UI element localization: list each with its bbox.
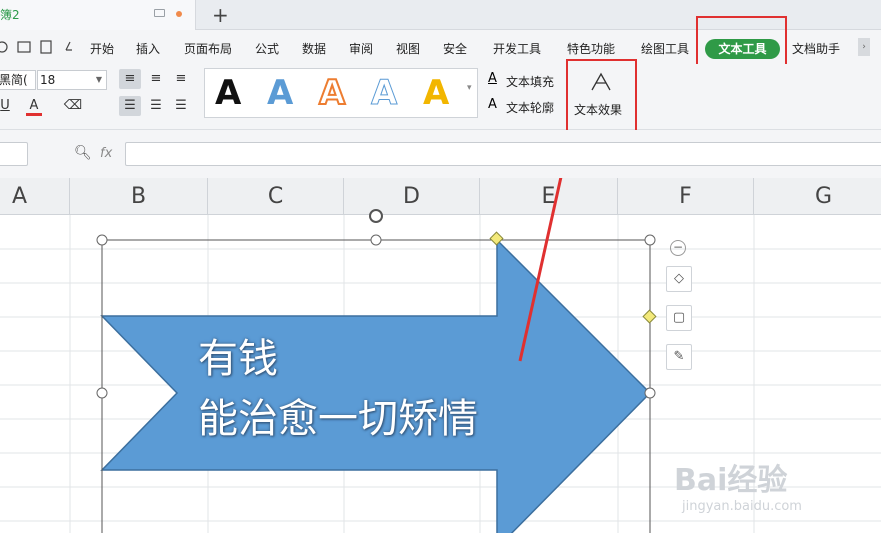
font-color-button[interactable]: A xyxy=(26,96,42,116)
menu-features[interactable]: 特色功能 xyxy=(567,40,615,57)
outline-box-icon[interactable]: ▢ xyxy=(666,305,692,331)
menu-home[interactable]: 开始 xyxy=(90,40,114,57)
menu-formulas[interactable]: 公式 xyxy=(255,40,279,57)
fill-bucket-icon[interactable]: ◇ xyxy=(666,266,692,292)
watermark-brand: Bai经验 xyxy=(674,463,788,498)
align-top-button[interactable]: ≡ xyxy=(119,69,141,89)
menu-security[interactable]: 安全 xyxy=(443,40,467,57)
align-left-button[interactable]: ☰ xyxy=(119,96,141,116)
text-outline-icon: A xyxy=(488,97,497,112)
watermark: Bai经验 jingyan.baidu.com xyxy=(674,455,802,514)
align-right-button[interactable]: ☰ xyxy=(170,96,192,116)
text-style-black[interactable]: A xyxy=(215,73,241,113)
font-name-combo[interactable]: 黑简( xyxy=(0,70,36,90)
menu-view[interactable]: 视图 xyxy=(396,40,420,57)
text-fill-icon: A xyxy=(488,71,497,86)
shape-text-line1[interactable]: 有钱 xyxy=(198,326,278,384)
text-fill-button[interactable]: 文本填充 xyxy=(506,73,554,90)
eraser-icon[interactable]: ⌫ xyxy=(62,96,84,116)
align-middle-button[interactable]: ≡ xyxy=(145,69,167,89)
resize-handle[interactable] xyxy=(644,234,656,246)
underline-button[interactable]: U xyxy=(0,96,16,116)
resize-handle[interactable] xyxy=(644,387,656,399)
unsaved-dot-icon xyxy=(176,11,182,17)
resize-handle[interactable] xyxy=(96,387,108,399)
document-tab-title: 簿2 xyxy=(0,8,20,22)
text-outline-button[interactable]: 文本轮廓 xyxy=(506,99,554,116)
text-style-gallery[interactable]: A A A A A ▾ xyxy=(204,68,478,118)
menu-scroll-right-icon[interactable]: › xyxy=(858,38,870,56)
align-center-button[interactable]: ☰ xyxy=(145,96,167,116)
zoom-icon[interactable]: 🔍︎ xyxy=(74,145,92,161)
new-tab-button[interactable]: + xyxy=(212,3,229,27)
name-box[interactable] xyxy=(0,142,28,166)
menu-insert[interactable]: 插入 xyxy=(136,40,160,57)
quick-access-icons[interactable] xyxy=(0,38,80,56)
highlight-box-text-effect xyxy=(566,59,637,136)
text-style-blue-outline[interactable]: A xyxy=(370,73,397,114)
monitor-icon[interactable] xyxy=(154,9,165,17)
align-bottom-button[interactable]: ≡ xyxy=(170,69,192,89)
gallery-more-icon[interactable]: ▾ xyxy=(467,83,472,93)
resize-handle[interactable] xyxy=(370,234,382,246)
menu-developer[interactable]: 开发工具 xyxy=(493,40,541,57)
font-name-value: 黑简( xyxy=(0,73,28,87)
shape-text-line2[interactable]: 能治愈一切矫情 xyxy=(198,386,478,444)
menu-doc-assistant[interactable]: 文档助手 xyxy=(792,40,840,57)
menu-review[interactable]: 审阅 xyxy=(349,40,373,57)
text-style-blue[interactable]: A xyxy=(267,73,293,113)
formula-input[interactable] xyxy=(125,142,881,166)
collapse-icon[interactable]: − xyxy=(670,240,686,256)
menu-drawing-tools[interactable]: 绘图工具 xyxy=(641,40,689,57)
rotate-handle[interactable] xyxy=(369,209,383,223)
watermark-url: jingyan.baidu.com xyxy=(682,499,802,514)
font-size-value: 18 xyxy=(40,73,56,87)
text-style-gold[interactable]: A xyxy=(423,73,449,113)
brush-icon[interactable]: ✎ xyxy=(666,344,692,370)
highlight-box-text-tools xyxy=(696,16,787,68)
fx-label: fx xyxy=(100,146,113,161)
font-size-combo[interactable]: 18 ▼ xyxy=(37,70,107,90)
adjust-handle[interactable] xyxy=(642,309,657,324)
text-style-orange-outline[interactable]: A xyxy=(318,72,346,114)
resize-handle[interactable] xyxy=(96,234,108,246)
menu-page-layout[interactable]: 页面布局 xyxy=(184,40,232,57)
document-tab[interactable] xyxy=(0,0,196,30)
chevron-down-icon: ▼ xyxy=(95,75,102,84)
menu-data[interactable]: 数据 xyxy=(302,40,326,57)
